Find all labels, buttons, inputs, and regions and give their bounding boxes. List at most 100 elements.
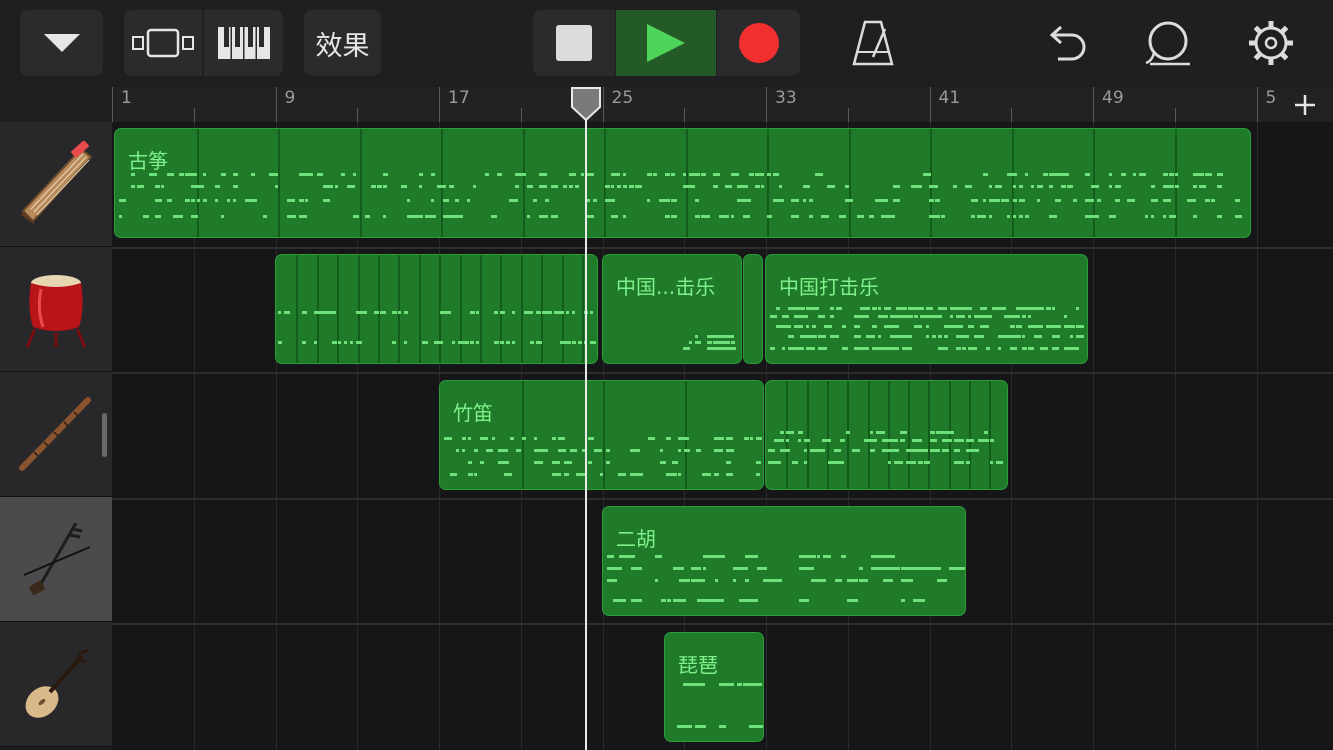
midi-note <box>803 199 806 202</box>
region-percussion-1[interactable]: 中国...击乐 <box>602 254 742 364</box>
bar-number: 17 <box>448 88 470 108</box>
midi-note <box>569 173 576 176</box>
midi-note <box>572 311 575 314</box>
midi-note <box>611 185 614 188</box>
settings-button[interactable] <box>1246 18 1296 68</box>
play-button[interactable] <box>616 10 716 76</box>
midi-note <box>450 473 457 476</box>
midi-note <box>782 325 791 328</box>
record-button[interactable] <box>717 10 800 76</box>
midi-note <box>191 215 198 218</box>
midi-note <box>998 307 1006 310</box>
midi-note <box>966 439 974 442</box>
triangle-down-icon <box>43 34 80 52</box>
midi-note <box>770 315 777 318</box>
midi-note <box>725 683 730 686</box>
fx-button[interactable]: 效果 <box>304 10 381 76</box>
add-section-button[interactable] <box>1277 87 1333 122</box>
region-guzheng[interactable]: 古筝 <box>114 128 1251 238</box>
midi-note <box>1022 347 1027 350</box>
erhu-icon <box>23 522 91 596</box>
midi-note <box>956 325 963 328</box>
region-percussion-small[interactable] <box>743 254 763 364</box>
region-dizi[interactable]: 竹笛 <box>439 380 764 490</box>
midi-note <box>684 437 689 440</box>
midi-note <box>647 199 650 202</box>
bar-number: 9 <box>284 88 296 108</box>
ruler-tick <box>1011 108 1013 122</box>
midi-note <box>896 325 899 328</box>
record-icon <box>738 23 779 63</box>
midi-note <box>536 341 542 344</box>
midi-note <box>341 173 345 176</box>
track-header-pipa[interactable] <box>0 622 112 747</box>
midi-note <box>942 449 949 452</box>
midi-note <box>467 199 470 202</box>
midi-note <box>1121 173 1126 176</box>
loop-browser-button[interactable] <box>1143 18 1193 68</box>
midi-note <box>593 199 597 202</box>
track-list-scroll-handle[interactable] <box>102 413 107 457</box>
midi-note <box>941 215 945 218</box>
track-header-drum[interactable] <box>0 247 112 372</box>
midi-note <box>470 311 475 314</box>
metronome-button[interactable] <box>850 18 896 68</box>
browser-menu-button[interactable] <box>20 10 103 76</box>
midi-note <box>1235 199 1240 202</box>
midi-note <box>774 461 781 464</box>
midi-note <box>468 473 473 476</box>
ruler-tick <box>193 108 195 122</box>
stop-button[interactable] <box>533 10 615 76</box>
playhead-handle[interactable] <box>570 87 602 121</box>
region-segment-divider <box>459 255 462 363</box>
region-percussion-2[interactable]: 中国打击乐 <box>765 254 1088 364</box>
midi-note <box>678 473 681 476</box>
tracks-area[interactable]: 古筝 中国...击乐 中国打击乐 竹笛 二胡 琵琶 <box>112 122 1333 750</box>
midi-note <box>449 185 454 188</box>
undo-button[interactable] <box>1043 20 1089 66</box>
region-label: 中国打击乐 <box>779 275 879 299</box>
gear-icon <box>1249 21 1293 65</box>
ruler-tick <box>929 87 931 122</box>
midi-note <box>966 461 970 464</box>
midi-note <box>956 347 961 350</box>
track-header-guzheng[interactable] <box>0 122 112 247</box>
midi-note <box>137 185 144 188</box>
instrument-view-button[interactable] <box>204 10 283 76</box>
region-percussion-clips[interactable] <box>275 254 598 364</box>
midi-note <box>504 461 509 464</box>
midi-note <box>377 185 382 188</box>
region-dizi-clips[interactable] <box>765 380 1008 490</box>
midi-note <box>468 437 471 440</box>
midi-note <box>1151 215 1154 218</box>
region-pipa[interactable]: 琵琶 <box>664 632 764 742</box>
midi-note <box>882 431 885 434</box>
midi-note <box>1151 199 1158 202</box>
region-segment-divider <box>1093 129 1095 237</box>
midi-note <box>854 325 860 328</box>
midi-note <box>925 567 941 570</box>
track-header-dizi[interactable] <box>0 372 112 497</box>
midi-note <box>872 325 877 328</box>
midi-note <box>1049 185 1053 188</box>
midi-note <box>932 335 936 338</box>
midi-note <box>566 311 569 314</box>
region-segment-divider <box>604 129 606 237</box>
midi-note <box>539 173 547 176</box>
midi-note <box>560 311 564 314</box>
midi-note <box>588 437 594 440</box>
midi-note <box>839 215 846 218</box>
midi-note <box>744 437 749 440</box>
midi-note <box>344 341 347 344</box>
region-segment-divider <box>278 129 280 237</box>
midi-note <box>506 341 510 344</box>
midi-note <box>924 449 928 452</box>
tracks-view-button[interactable] <box>124 10 202 76</box>
midi-note <box>671 173 675 176</box>
midi-note <box>984 439 989 442</box>
region-erhu[interactable]: 二胡 <box>602 506 966 616</box>
timeline-ruler[interactable]: 19172533414957 <box>112 87 1333 122</box>
midi-note <box>794 325 803 328</box>
track-header-erhu[interactable] <box>0 497 112 622</box>
midi-note <box>696 449 701 452</box>
